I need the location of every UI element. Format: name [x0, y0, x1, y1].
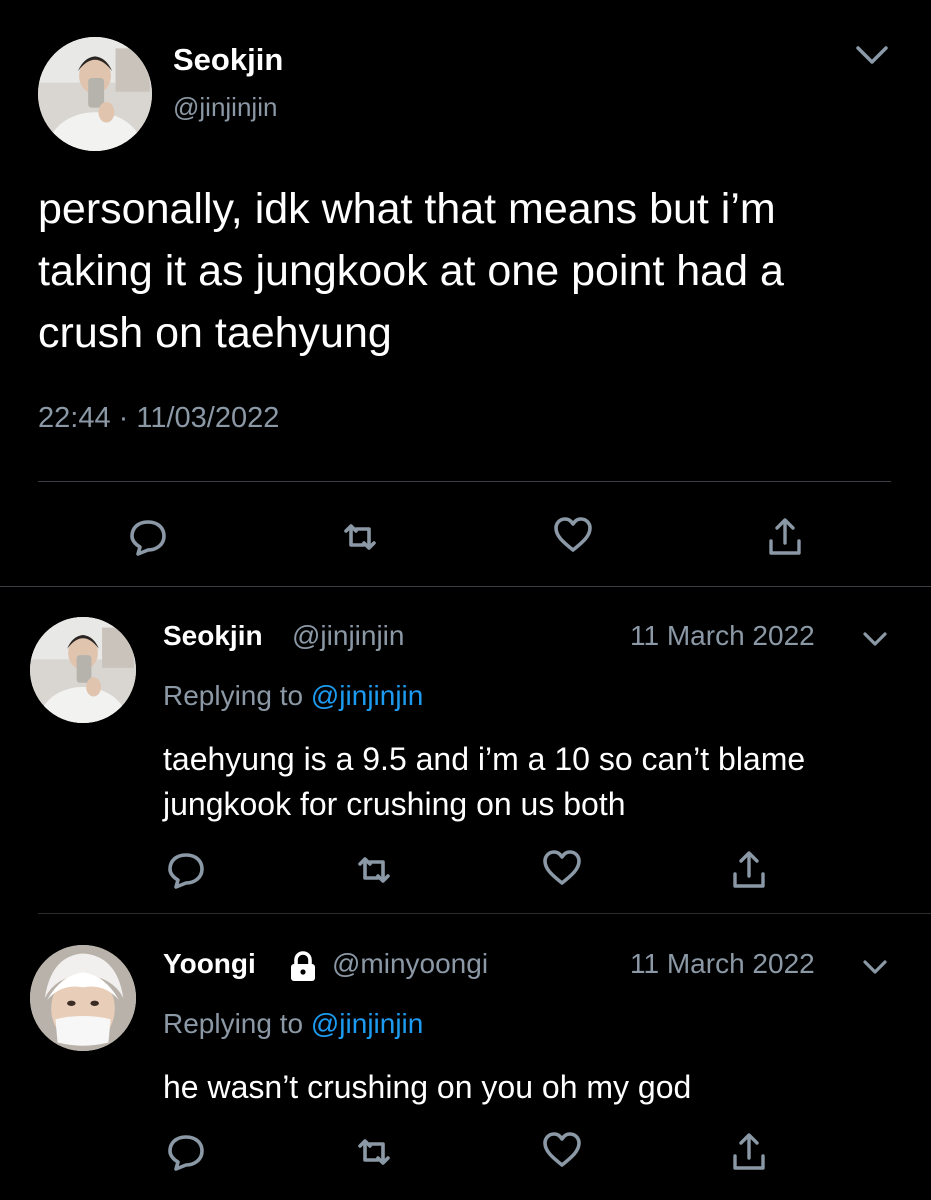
replying-prefix: Replying to [163, 1008, 304, 1039]
meta-separator: · [118, 402, 129, 434]
avatar-photo [30, 945, 136, 1051]
reply-author-handle[interactable]: @minyoongi [332, 948, 488, 980]
main-tweet-timestamp[interactable]: 22:44 · 11/03/2022 [38, 402, 279, 435]
like-icon[interactable] [540, 1128, 584, 1172]
replying-prefix: Replying to [163, 680, 304, 711]
main-author-handle[interactable]: @jinjinjin [173, 92, 277, 123]
retweet-icon[interactable] [338, 515, 382, 559]
reply-date[interactable]: 11 March 2022 [630, 620, 815, 652]
share-icon[interactable] [727, 1130, 771, 1174]
reply-icon[interactable] [164, 1130, 208, 1174]
avatar-photo [38, 37, 152, 151]
reply-author-handle[interactable]: @jinjinjin [292, 620, 404, 652]
reply-text: he wasn’t crushing on you oh my god [163, 1069, 692, 1105]
main-author-avatar[interactable] [38, 37, 152, 151]
lock-icon [288, 951, 318, 983]
main-tweet-text: personally, idk what that means but i’m … [38, 185, 784, 357]
divider [38, 913, 931, 914]
replying-to-mention[interactable]: @jinjinjin [311, 1008, 423, 1039]
like-icon[interactable] [551, 513, 595, 557]
divider [0, 586, 931, 587]
reply-author-name[interactable]: Seokjin [163, 620, 263, 652]
share-icon[interactable] [727, 848, 771, 892]
reply-date[interactable]: 11 March 2022 [630, 948, 815, 980]
chevron-down-icon[interactable] [862, 630, 888, 648]
reply-icon[interactable] [126, 515, 170, 559]
avatar-photo [30, 617, 136, 723]
like-icon[interactable] [540, 846, 584, 890]
retweet-icon[interactable] [352, 1130, 396, 1174]
replying-to-mention[interactable]: @jinjinjin [311, 680, 423, 711]
reply-author-avatar[interactable] [30, 617, 136, 723]
chevron-down-icon[interactable] [862, 958, 888, 976]
reply-text: taehyung is a 9.5 and i’m a 10 so can’t … [163, 741, 806, 822]
divider [38, 481, 891, 482]
chevron-down-icon[interactable] [854, 42, 890, 68]
replying-to: Replying to @jinjinjin [163, 680, 423, 712]
reply-author-avatar[interactable] [30, 945, 136, 1051]
retweet-icon[interactable] [352, 848, 396, 892]
replying-to: Replying to @jinjinjin [163, 1008, 423, 1040]
tweet-date: 11/03/2022 [136, 402, 280, 434]
share-icon[interactable] [763, 515, 807, 559]
main-author-name[interactable]: Seokjin [173, 42, 283, 78]
tweet-time: 22:44 [38, 402, 111, 434]
reply-icon[interactable] [164, 848, 208, 892]
reply-author-name[interactable]: Yoongi [163, 948, 256, 980]
